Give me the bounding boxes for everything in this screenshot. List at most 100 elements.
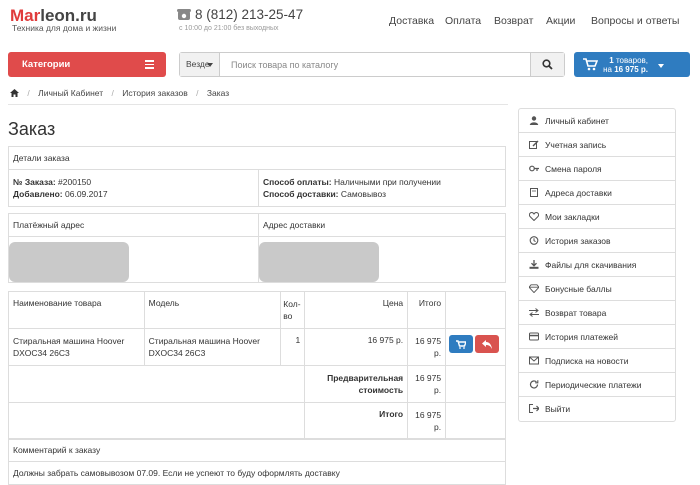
page-title: Заказ <box>8 119 56 139</box>
table-row: Стиральная машина Hoover DXOC34 26C3 Сти… <box>8 328 506 366</box>
shipping-address-heading: Адрес доставки <box>258 213 506 237</box>
breadcrumb-account[interactable]: Личный Кабинет <box>38 88 103 98</box>
divider <box>8 104 508 105</box>
product-name[interactable]: Стиральная машина Hoover DXOC34 26C3 <box>8 328 145 366</box>
empty-cell <box>445 365 506 403</box>
sidebar-item-label: Файлы для скачивания <box>545 260 637 270</box>
nav-delivery[interactable]: Доставка <box>389 15 434 27</box>
sidebar-item-label: Возврат товара <box>545 308 607 318</box>
sidebar-item-label: Адреса доставки <box>545 188 612 198</box>
comment-table: Комментарий к заказу Должны забрать само… <box>8 438 506 485</box>
sidebar-item-label: История платежей <box>545 332 619 342</box>
history-icon <box>529 236 539 245</box>
sidebar-item-label: Бонусные баллы <box>545 284 612 294</box>
signout-icon <box>529 404 539 413</box>
col-header-total: Итого <box>407 291 447 329</box>
sidebar-item-addresses[interactable]: Адреса доставки <box>519 181 675 205</box>
search-scope-select[interactable]: Везде <box>180 53 220 76</box>
sidebar-item-label: Мои закладки <box>545 212 600 222</box>
site-tagline: Техника для дома и жизни <box>12 23 117 33</box>
comment-heading: Комментарий к заказу <box>8 438 506 462</box>
sidebar-item-profile[interactable]: Учетная запись <box>519 133 675 157</box>
sidebar-item-label: Личный кабинет <box>545 116 609 126</box>
sidebar-item-label: Подписка на новости <box>545 356 629 366</box>
order-date: 06.09.2017 <box>65 189 108 199</box>
col-header-qty: Кол-во <box>280 291 306 329</box>
heart-icon <box>529 212 539 221</box>
account-sidebar: Личный кабинет Учетная запись Смена паро… <box>518 108 676 422</box>
download-icon <box>529 260 539 269</box>
chevron-down-icon <box>207 63 213 67</box>
work-hours: с 10:00 до 21:00 без выходных <box>179 25 279 32</box>
nav-faq[interactable]: Вопросы и ответы <box>591 15 679 27</box>
order-details-heading: Детали заказа <box>8 146 506 170</box>
redacted-address <box>259 242 379 282</box>
menu-icon <box>145 60 154 69</box>
sidebar-item-label: Выйти <box>545 404 571 414</box>
sidebar-item-account[interactable]: Личный кабинет <box>519 109 675 133</box>
shipping-method: Самовывоз <box>340 189 386 199</box>
sidebar-item-wishlist[interactable]: Мои закладки <box>519 205 675 229</box>
payment-method: Наличными при получении <box>333 177 441 187</box>
breadcrumb-order-history[interactable]: История заказов <box>122 88 188 98</box>
comment-text: Должны забрать самовывозом 07.09. Если н… <box>8 461 506 485</box>
payment-address-cell <box>8 236 259 283</box>
addresses-table: Платёжный адрес Адрес доставки <box>8 213 506 283</box>
order-info-cell: № Заказа: #200150 Добавлено: 06.09.2017 <box>8 169 259 207</box>
card-icon <box>529 332 539 341</box>
col-header-model: Модель <box>143 291 282 329</box>
search-button[interactable] <box>530 53 564 76</box>
col-header-actions <box>445 291 506 329</box>
search-input[interactable] <box>221 54 531 75</box>
order-methods-cell: Способ оплаты: Наличными при получении С… <box>258 169 506 207</box>
subtotal-spacer <box>7 365 306 403</box>
sidebar-item-password[interactable]: Смена пароля <box>519 157 675 181</box>
phone-icon <box>177 9 191 20</box>
product-model: Стиральная машина Hoover DXOC34 26C3 <box>143 328 282 366</box>
empty-cell <box>445 402 506 440</box>
redacted-address <box>9 242 129 282</box>
sidebar-item-bonus-points[interactable]: Бонусные баллы <box>519 277 675 301</box>
col-header-name: Наименование товара <box>8 291 145 329</box>
sidebar-item-newsletter[interactable]: Подписка на новости <box>519 349 675 373</box>
cart-total: на 16 975 р. <box>603 65 648 74</box>
grand-total-label: Итого <box>304 402 409 440</box>
products-table: Наименование товара Модель Кол-во Цена И… <box>7 291 506 440</box>
book-icon <box>530 188 538 197</box>
sidebar-item-returns[interactable]: Возврат товара <box>519 301 675 325</box>
payment-address-heading: Платёжный адрес <box>8 213 259 237</box>
sidebar-item-label: Смена пароля <box>545 164 602 174</box>
sidebar-item-logout[interactable]: Выйти <box>519 397 675 421</box>
nav-promotions[interactable]: Акции <box>546 15 575 27</box>
sidebar-item-label: История заказов <box>545 236 611 246</box>
order-number: #200150 <box>58 177 92 187</box>
sidebar-item-order-history[interactable]: История заказов <box>519 229 675 253</box>
home-icon[interactable] <box>10 89 19 97</box>
cart-icon <box>583 58 598 71</box>
order-details-table: Детали заказа № Заказа: #200150 Добавлен… <box>8 146 506 207</box>
product-price: 16 975 р. <box>304 328 409 366</box>
diamond-icon <box>529 284 539 293</box>
cart-button[interactable]: 1 товаров, на 16 975 р. <box>574 52 690 77</box>
breadcrumb-order[interactable]: Заказ <box>207 88 229 98</box>
reorder-button[interactable] <box>449 335 474 353</box>
cart-icon <box>456 340 467 349</box>
categories-label: Категории <box>22 59 71 70</box>
user-icon <box>529 116 539 125</box>
nav-return[interactable]: Возврат <box>494 15 533 27</box>
subtotal-value: 16 975 р. <box>407 365 447 403</box>
grand-total-value: 16 975 р. <box>407 402 447 440</box>
cart-count: 1 товаров, <box>609 56 648 65</box>
edit-icon <box>529 140 539 149</box>
search-bar: Везде <box>179 52 565 77</box>
sidebar-item-transactions[interactable]: История платежей <box>519 325 675 349</box>
nav-payment[interactable]: Оплата <box>445 15 481 27</box>
phone-number[interactable]: 8 (812) 213-25-47 <box>195 7 303 22</box>
search-icon <box>542 59 553 70</box>
sidebar-item-downloads[interactable]: Файлы для скачивания <box>519 253 675 277</box>
categories-button[interactable]: Категории <box>8 52 166 77</box>
grand-spacer <box>7 402 306 440</box>
return-button[interactable] <box>475 335 500 353</box>
shipping-address-cell <box>258 236 506 283</box>
sidebar-item-recurring[interactable]: Периодические платежи <box>519 373 675 397</box>
